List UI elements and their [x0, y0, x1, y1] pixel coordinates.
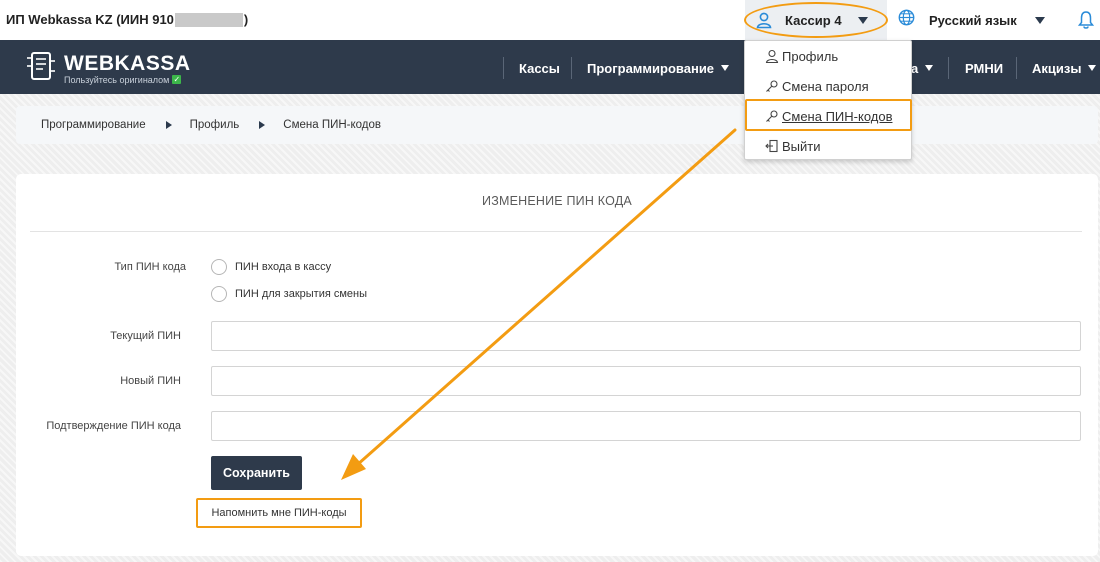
nav-item-programming[interactable]: Программирование: [587, 59, 730, 77]
nav-item-rmni[interactable]: РМНИ: [965, 59, 1003, 77]
current-pin-label: Текущий ПИН: [110, 330, 181, 342]
save-button[interactable]: Сохранить: [211, 456, 302, 490]
radio-button[interactable]: [211, 286, 227, 302]
confirm-pin-label: Подтверждение ПИН кода: [46, 420, 181, 432]
nav-item-label: РМНИ: [965, 60, 1004, 76]
chevron-down-icon: [1088, 65, 1097, 71]
breadcrumb-item[interactable]: Программирование: [41, 119, 146, 131]
key-icon: [765, 79, 779, 93]
nav-divider: [1016, 57, 1017, 79]
company-name-prefix: ИП Webkassa KZ (ИИН 910: [6, 12, 174, 27]
chevron-down-icon: [925, 65, 934, 71]
nav-item-label: Программирование: [587, 60, 715, 76]
nav-item-kassy[interactable]: Кассы: [519, 59, 560, 77]
divider: [30, 231, 1082, 232]
redacted-iin: [174, 12, 243, 27]
menu-item-change-pin[interactable]: Смена ПИН-кодов: [745, 101, 911, 131]
radio-label: ПИН для закрытия смены: [235, 288, 368, 300]
new-pin-label: Новый ПИН: [120, 375, 181, 387]
pin-change-card: ИЗМЕНЕНИЕ ПИН КОДА Тип ПИН кода ПИН вход…: [16, 174, 1098, 556]
nav-item-excise[interactable]: Акцизы: [1032, 59, 1097, 77]
globe-icon: [898, 9, 915, 31]
breadcrumb-item[interactable]: Профиль: [190, 119, 240, 131]
current-pin-input[interactable]: [211, 321, 1081, 351]
breadcrumb: Программирование Профиль Смена ПИН-кодов: [16, 106, 1098, 144]
nav-menu: Кассы Программирование а РМНИ Акцизы: [0, 40, 1100, 94]
user-menu-toggle[interactable]: Кассир 4: [745, 0, 887, 40]
nav-item-label: а: [911, 60, 919, 76]
language-selector[interactable]: Русский язык: [898, 0, 1045, 40]
nav-item-partial[interactable]: а: [911, 59, 934, 77]
menu-item-label: Профиль: [782, 48, 839, 64]
user-dropdown-menu: Профиль Смена пароля Смена ПИН-кодов Вый…: [744, 40, 912, 160]
nav-divider: [571, 57, 572, 79]
breadcrumb-item-current: Смена ПИН-кодов: [283, 119, 382, 131]
menu-item-profile[interactable]: Профиль: [745, 41, 911, 71]
remind-pin-link[interactable]: Напомнить мне ПИН-коды: [196, 498, 362, 528]
user-icon: [755, 11, 773, 29]
nav-divider: [948, 57, 949, 79]
nav-item-label: Кассы: [519, 60, 560, 76]
chevron-right-icon: [165, 121, 172, 129]
menu-item-label: Выйти: [782, 138, 821, 154]
nav-item-label: Акцизы: [1032, 60, 1082, 76]
chevron-down-icon: [721, 65, 730, 71]
remind-pin-label: Напомнить мне ПИН-коды: [211, 507, 347, 519]
new-pin-input[interactable]: [211, 366, 1081, 396]
main-navbar: WEBKASSA Пользуйтесь оригиналом ✓ Кассы …: [0, 40, 1100, 94]
menu-item-label: Смена пароля: [782, 78, 869, 94]
menu-item-change-password[interactable]: Смена пароля: [745, 71, 911, 101]
user-icon: [765, 49, 779, 64]
chevron-down-icon: [857, 16, 868, 24]
pin-type-label: Тип ПИН кода: [114, 261, 186, 273]
user-name: Кассир 4: [785, 12, 842, 28]
chevron-down-icon: [1034, 16, 1045, 24]
menu-item-label: Смена ПИН-кодов: [782, 108, 893, 124]
bell-icon[interactable]: [1077, 10, 1095, 35]
key-icon: [765, 109, 779, 123]
radio-option-login-pin[interactable]: ПИН входа в кассу: [211, 259, 331, 275]
logout-icon: [765, 139, 779, 153]
language-label: Русский язык: [929, 12, 1017, 28]
radio-label: ПИН входа в кассу: [235, 261, 332, 273]
chevron-right-icon: [259, 121, 266, 129]
card-title: ИЗМЕНЕНИЕ ПИН КОДА: [482, 194, 632, 208]
confirm-pin-input[interactable]: [211, 411, 1081, 441]
company-name-suffix: ): [243, 12, 249, 27]
radio-option-close-shift-pin[interactable]: ПИН для закрытия смены: [211, 286, 367, 302]
company-name: ИП Webkassa KZ (ИИН 910 ): [6, 12, 248, 27]
radio-button[interactable]: [211, 259, 227, 275]
menu-item-logout[interactable]: Выйти: [745, 131, 911, 161]
nav-divider: [503, 57, 504, 79]
top-bar: ИП Webkassa KZ (ИИН 910 ) Кассир 4 Русск…: [0, 0, 1100, 40]
